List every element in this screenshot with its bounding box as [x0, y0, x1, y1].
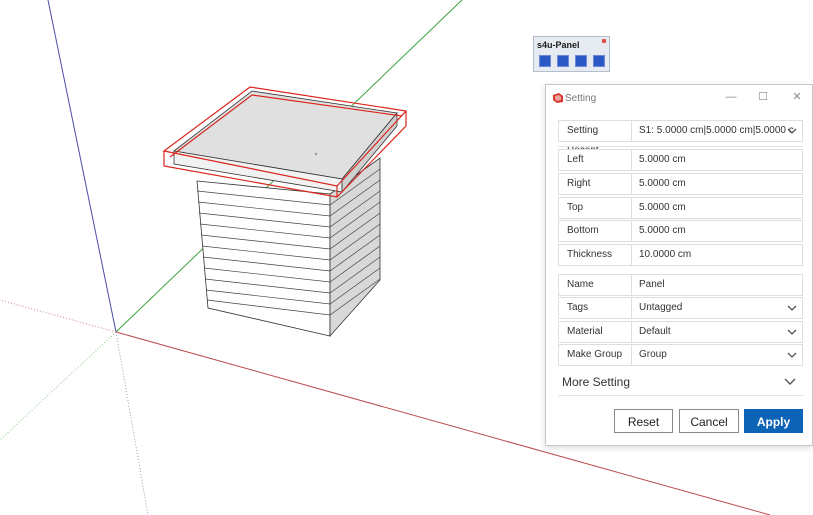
setting-recent-select[interactable]: S1: 5.0000 cm|5.0000 cm|5.0000 c	[632, 120, 803, 142]
setting-dialog: Setting — ☐ ✕ Setting Recent S1: 5.0000 …	[545, 84, 813, 446]
name-row: Name Panel	[558, 274, 803, 296]
chevron-down-icon[interactable]	[784, 375, 796, 387]
apply-button[interactable]: Apply	[744, 409, 803, 433]
bottom-input[interactable]: 5.0000 cm	[632, 220, 803, 242]
left-label: Left	[558, 149, 632, 171]
material-select[interactable]: Default	[632, 321, 803, 343]
divider	[558, 395, 803, 396]
material-label: Material	[558, 321, 632, 343]
top-row: Top 5.0000 cm	[558, 197, 803, 219]
blue-axis	[47, 0, 117, 333]
right-label: Right	[558, 173, 632, 195]
thickness-row: Thickness 10.0000 cm	[558, 244, 803, 266]
make-group-row: Make Group Group	[558, 344, 803, 366]
chevron-down-icon[interactable]	[787, 327, 797, 337]
tags-row: Tags Untagged	[558, 297, 803, 319]
bottom-label: Bottom	[558, 220, 632, 242]
make-group-select[interactable]: Group	[632, 344, 803, 366]
toolbar-buttons	[539, 55, 605, 67]
make-group-label: Make Group	[558, 344, 632, 366]
right-input[interactable]: 5.0000 cm	[632, 173, 803, 195]
more-setting-toggle[interactable]: More Setting	[562, 375, 630, 389]
minimize-icon[interactable]: —	[724, 90, 738, 104]
divider	[558, 146, 803, 147]
material-row: Material Default	[558, 321, 803, 343]
s4u-panel-toolbar: s4u-Panel	[533, 36, 610, 72]
red-axis-dotted	[0, 299, 117, 333]
name-label: Name	[558, 274, 632, 296]
box-model[interactable]	[162, 86, 408, 338]
right-row: Right 5.0000 cm	[558, 173, 803, 195]
panel-tool-4-icon[interactable]	[593, 55, 605, 67]
top-input[interactable]: 5.0000 cm	[632, 197, 803, 219]
thickness-label: Thickness	[558, 244, 632, 266]
toolbar-title: s4u-Panel	[537, 40, 580, 50]
blue-axis-dotted	[115, 331, 149, 515]
dialog-titlebar[interactable]: Setting — ☐ ✕	[546, 85, 812, 111]
inference-point	[314, 152, 318, 156]
name-input[interactable]: Panel	[632, 274, 803, 296]
green-axis-dotted	[0, 331, 117, 441]
chevron-down-icon[interactable]	[787, 303, 797, 313]
dialog-title: Setting	[565, 93, 597, 104]
left-row: Left 5.0000 cm	[558, 149, 803, 171]
panel-tool-2-icon[interactable]	[557, 55, 569, 67]
tags-select[interactable]: Untagged	[632, 297, 803, 319]
close-icon[interactable]: ✕	[790, 90, 804, 104]
tags-label: Tags	[558, 297, 632, 319]
left-input[interactable]: 5.0000 cm	[632, 149, 803, 171]
top-label: Top	[558, 197, 632, 219]
setting-recent-row: Setting Recent S1: 5.0000 cm|5.0000 cm|5…	[558, 120, 803, 156]
bottom-row: Bottom 5.0000 cm	[558, 220, 803, 242]
cancel-button[interactable]: Cancel	[679, 409, 739, 433]
maximize-icon[interactable]: ☐	[756, 90, 770, 104]
chevron-down-icon[interactable]	[787, 126, 797, 136]
thickness-input[interactable]: 10.0000 cm	[632, 244, 803, 266]
panel-tool-3-icon[interactable]	[575, 55, 587, 67]
chevron-down-icon[interactable]	[787, 350, 797, 360]
toolbar-close-icon[interactable]	[602, 39, 606, 43]
sketchup-app-icon	[553, 93, 563, 103]
reset-button[interactable]: Reset	[614, 409, 673, 433]
panel-tool-1-icon[interactable]	[539, 55, 551, 67]
setting-recent-label: Setting Recent	[558, 120, 632, 156]
